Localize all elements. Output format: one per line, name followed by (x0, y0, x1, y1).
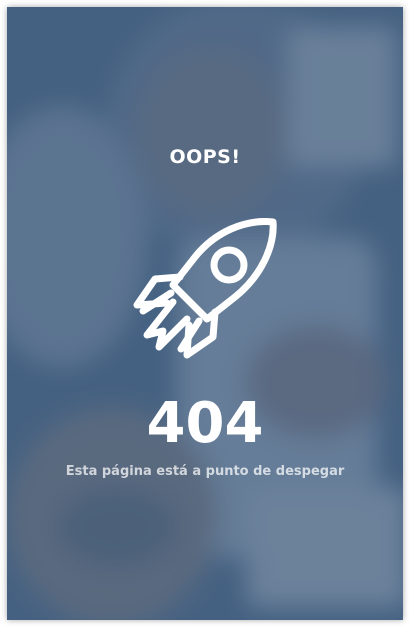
error-content: OOPS! 404 Esta página está a punto de de… (7, 7, 403, 620)
error-card: OOPS! 404 Esta página está a punto de de… (7, 7, 403, 620)
error-message: Esta página está a punto de despegar (65, 464, 345, 479)
error-code: 404 (146, 391, 264, 456)
rocket-icon (133, 218, 277, 359)
oops-heading: OOPS! (169, 146, 241, 168)
